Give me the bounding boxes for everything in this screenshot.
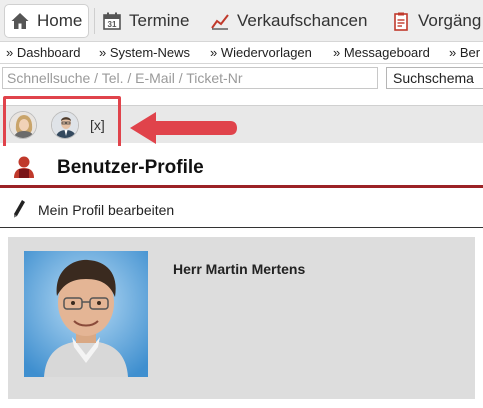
- user-profile-icon: [13, 155, 35, 179]
- edit-profile-link[interactable]: Mein Profil bearbeiten: [38, 202, 174, 218]
- annotation-arrow-icon: [130, 112, 237, 144]
- pencil-icon: [12, 199, 26, 219]
- edit-profile-row: Mein Profil bearbeiten: [0, 191, 483, 228]
- calendar-icon: 31: [101, 10, 123, 32]
- clipboard-icon: [390, 10, 412, 32]
- profile-photo: [24, 251, 148, 377]
- quicklink-messageboard[interactable]: » Messageboard: [333, 45, 430, 60]
- nav-vorgaenge-label: Vorgäng: [418, 11, 482, 30]
- search-schema-select[interactable]: Suchschema: [386, 67, 483, 89]
- nav-separator: [94, 8, 95, 34]
- nav-vorgaenge[interactable]: Vorgäng: [390, 4, 481, 38]
- nav-home-label: Home: [37, 11, 83, 30]
- quicklinks-bar: » Dashboard » System-News » Wiedervorlag…: [0, 42, 483, 64]
- top-navigation: Home 31 Termine Verkaufschancen Vorgäng: [0, 0, 483, 42]
- section-header: Benutzer-Profile: [0, 146, 483, 188]
- nav-termine[interactable]: 31 Termine: [101, 4, 189, 38]
- profile-card: Herr Martin Mertens: [8, 237, 475, 399]
- page-title: Benutzer-Profile: [57, 157, 204, 178]
- search-input[interactable]: [2, 67, 378, 89]
- chart-icon: [209, 10, 231, 32]
- nav-home[interactable]: Home: [4, 4, 90, 38]
- nav-termine-label: Termine: [129, 11, 190, 30]
- svg-text:31: 31: [108, 20, 117, 29]
- highlight-box: [3, 96, 121, 149]
- quicklink-ber[interactable]: » Ber: [449, 45, 480, 60]
- quicklink-system-news[interactable]: » System-News: [99, 45, 190, 60]
- nav-verkaufschancen-label: Verkaufschancen: [237, 11, 368, 30]
- search-row: Suchschema: [0, 64, 483, 92]
- quicklink-dashboard[interactable]: » Dashboard: [6, 45, 80, 60]
- nav-verkaufschancen[interactable]: Verkaufschancen: [209, 4, 367, 38]
- profile-name: Herr Martin Mertens: [173, 261, 306, 277]
- quicklink-wiedervorlagen[interactable]: » Wiedervorlagen: [210, 45, 312, 60]
- home-icon: [9, 10, 31, 32]
